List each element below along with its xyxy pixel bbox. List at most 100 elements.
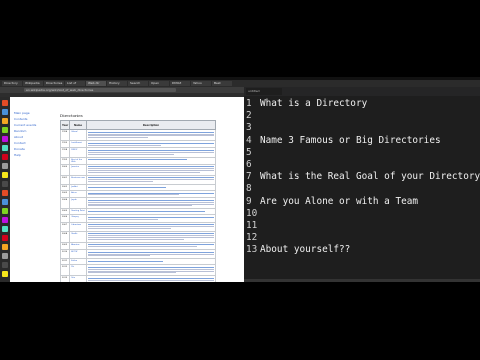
- table-cell[interactable]: Site: [69, 275, 87, 282]
- line-number: 4: [246, 134, 252, 146]
- editor-text-area[interactable]: What is a Directory Name 3 Famous or Big …: [258, 96, 480, 282]
- dock-app-icon[interactable]: [2, 118, 8, 124]
- dock-app-icon[interactable]: [2, 217, 8, 223]
- code-line[interactable]: Name 3 Famous or Big Directories: [260, 135, 441, 147]
- table-cell: [85, 230, 216, 243]
- dock-app-icon[interactable]: [2, 271, 8, 277]
- dock-app-icon[interactable]: [2, 100, 8, 106]
- browser-tab-strip: Directory Wikipedia Directories List of Web …: [0, 80, 244, 87]
- dock-app-icon[interactable]: [2, 163, 8, 169]
- browser-tab[interactable]: Yahoo: [191, 81, 211, 86]
- table-cell: [85, 275, 216, 282]
- table-cell[interactable]: Aviva: [69, 189, 87, 199]
- table-cell: 2010: [59, 249, 71, 260]
- browser-tab[interactable]: Search: [128, 81, 148, 86]
- dock-app-icon[interactable]: [2, 181, 8, 187]
- table-cell[interactable]: Librarians: [69, 221, 87, 232]
- dock-app-icon[interactable]: [2, 244, 8, 250]
- table-row: 1995 LookSmart: [59, 139, 216, 149]
- dock-app-icon[interactable]: [2, 253, 8, 259]
- table-header-cell[interactable]: Description: [85, 120, 216, 130]
- dock-app-icon[interactable]: [2, 208, 8, 214]
- table-cell: 2004: [59, 197, 71, 210]
- table-cell[interactable]: Dir: [69, 264, 87, 277]
- line-number: 9: [246, 195, 252, 207]
- browser-tab[interactable]: DMOZ: [170, 81, 190, 86]
- table-header-cell[interactable]: Year: [59, 120, 71, 130]
- table-row: 2003 Aviva: [59, 189, 216, 199]
- table-cell: [85, 197, 216, 210]
- editor-tab-bar: untitled: [244, 87, 480, 96]
- table-cell: 2006: [59, 214, 71, 223]
- browser-window: Directory Wikipedia Directories List of Web …: [0, 80, 244, 282]
- browser-tab[interactable]: Wikipedia: [23, 81, 43, 86]
- table-row: 2012 Dir: [59, 264, 216, 277]
- editor-status-bar: [244, 279, 480, 282]
- table-cell: 2007: [59, 221, 71, 232]
- table-cell[interactable]: Skaffe: [69, 230, 87, 243]
- page-title: Directories: [60, 113, 83, 118]
- address-bar[interactable]: en.wikipedia.org/wiki/List_of_web_direct…: [24, 88, 176, 92]
- table-cell: [85, 156, 216, 165]
- table-cell[interactable]: Jayde: [69, 197, 87, 210]
- dock-app-icon[interactable]: [2, 127, 8, 133]
- dock-app-icon[interactable]: [2, 109, 8, 115]
- table-cell: [85, 214, 216, 223]
- table-cell: [85, 264, 216, 277]
- table-cell[interactable]: Jasmine: [69, 163, 87, 176]
- line-number: 2: [246, 110, 252, 122]
- browser-tab[interactable]: Directories: [44, 81, 64, 86]
- dock-app-icon[interactable]: [2, 145, 8, 151]
- dock-app-icon[interactable]: [2, 190, 8, 196]
- browser-tab[interactable]: Directory: [2, 81, 22, 86]
- line-number: 3: [246, 122, 252, 134]
- table-row: 2006 Gimpsy: [59, 214, 216, 223]
- table-cell[interactable]: LookSmart: [69, 139, 87, 149]
- dock-app-icon[interactable]: [2, 136, 8, 142]
- table-cell[interactable]: BOTW: [69, 249, 87, 260]
- table-row: 2004 Jayde: [59, 197, 216, 210]
- code-line[interactable]: What is a Directory: [260, 98, 367, 110]
- browser-tab[interactable]: List of: [65, 81, 85, 86]
- bookmarks-bar: [0, 93, 244, 97]
- table-row: 2008 Skaffe: [59, 230, 216, 243]
- code-line[interactable]: What is the Real Goal of your Directory: [260, 171, 480, 183]
- browser-tab[interactable]: Web dir: [86, 81, 106, 86]
- dock-app-icon[interactable]: [2, 226, 8, 232]
- text-editor-window: untitled 1 2 3 4 5 6 7 8 9 10 11 12 13 What is a Dir…: [244, 80, 480, 282]
- dock-app-icon[interactable]: [2, 262, 8, 268]
- browser-tab[interactable]: Best: [212, 81, 232, 86]
- dock-app-icon[interactable]: [2, 154, 8, 160]
- browser-tab[interactable]: Open: [149, 81, 169, 86]
- line-number: 10: [246, 207, 258, 219]
- table-cell: 2012: [59, 264, 71, 277]
- desktop-screen: Directory Wikipedia Directories List of Web …: [0, 77, 480, 282]
- line-number: 11: [246, 220, 258, 231]
- table-cell[interactable]: Best of the Web: [69, 156, 87, 165]
- table-row: 2009 Aboutus: [59, 241, 216, 251]
- table-cell: 2001: [59, 174, 71, 185]
- dock-app-icon[interactable]: [2, 199, 8, 205]
- table-cell[interactable]: Yahoo!: [69, 129, 87, 141]
- table-cell: [85, 174, 216, 185]
- code-line[interactable]: About yourself??: [260, 244, 350, 256]
- table-cell: [85, 249, 216, 260]
- code-line[interactable]: Are you Alone or with a Team: [260, 196, 418, 208]
- wiki-nav-link[interactable]: Help: [14, 152, 54, 158]
- table-cell[interactable]: DMOZ: [69, 147, 87, 158]
- table-cell: 2013: [59, 275, 71, 282]
- table-cell[interactable]: Business.com: [69, 174, 87, 185]
- line-number: 8: [246, 183, 252, 195]
- editor-tab[interactable]: untitled: [246, 88, 282, 95]
- browser-tab[interactable]: History: [107, 81, 127, 86]
- dock-app-icon[interactable]: [2, 172, 8, 178]
- table-header-cell[interactable]: Name: [69, 120, 87, 130]
- table-cell[interactable]: Aboutus: [69, 241, 87, 251]
- editor-menu-bar: [244, 80, 480, 87]
- dock-app-icon[interactable]: [2, 235, 8, 241]
- table-cell[interactable]: Gimpsy: [69, 214, 87, 223]
- table-row: 2007 Librarians: [59, 221, 216, 232]
- directories-table: Year Name Description 1994 Yahoo! 1995 LookSma…: [59, 120, 216, 282]
- line-number: 1: [246, 98, 252, 109]
- table-row: 2000 Jasmine: [59, 163, 216, 176]
